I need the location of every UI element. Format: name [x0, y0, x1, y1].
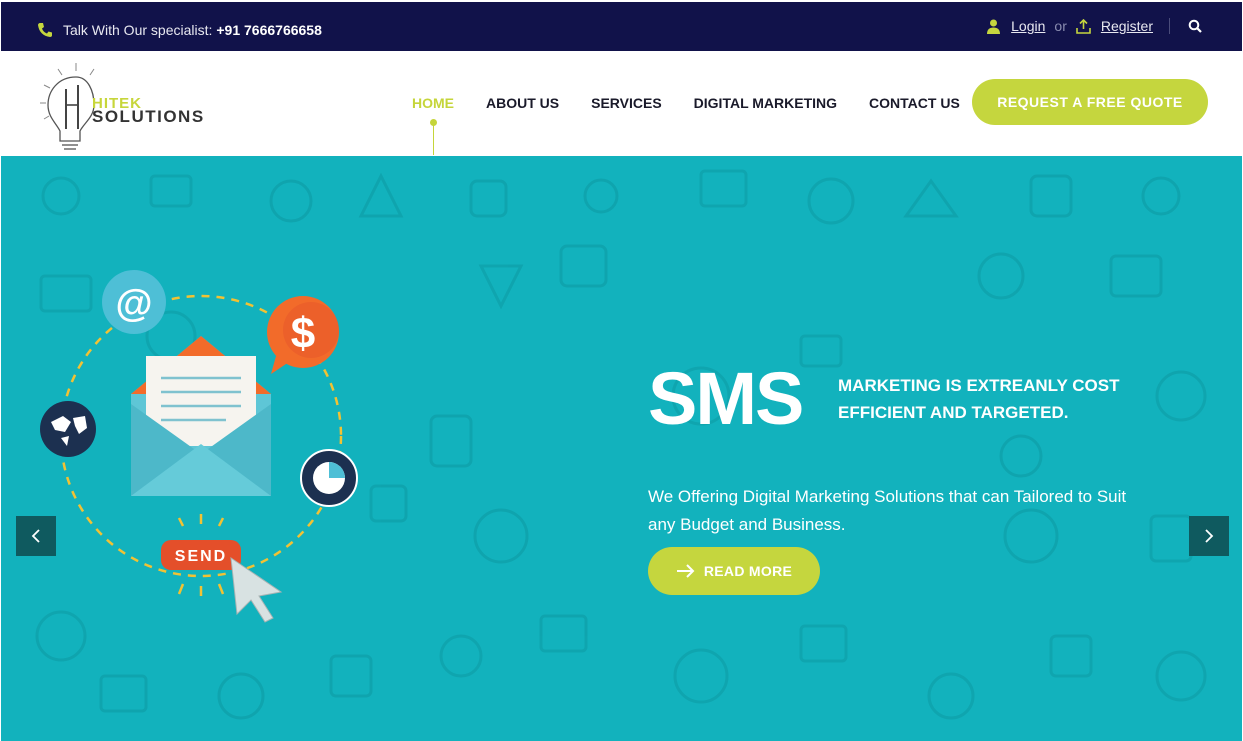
chevron-right-icon [1205, 529, 1214, 543]
logo-text-solutions: SOLUTIONS [92, 107, 205, 126]
login-link[interactable]: Login [1011, 18, 1045, 34]
send-label: SEND [175, 548, 227, 565]
dollar-symbol: $ [291, 309, 315, 358]
hero-tagline: MARKETING IS EXTREANLY COST EFFICIENT AN… [838, 376, 1120, 422]
main-nav: HOME ABOUT US SERVICES DIGITAL MARKETING… [412, 95, 992, 155]
read-more-button[interactable]: READ MORE [648, 547, 820, 595]
search-icon[interactable] [1188, 19, 1202, 33]
hero-description: We Offering Digital Marketing Solutions … [648, 487, 1127, 534]
main-header: HITEK SOLUTIONS HOME ABOUT US SERVICES D… [0, 51, 1243, 156]
at-symbol: @ [115, 283, 152, 325]
user-icon [987, 19, 1001, 34]
request-quote-button[interactable]: REQUEST A FREE QUOTE [972, 79, 1208, 125]
nav-contact-us[interactable]: CONTACT US [869, 95, 960, 111]
email-marketing-illustration: @ $ SEND [40, 270, 358, 623]
logo[interactable]: HITEK SOLUTIONS [38, 59, 218, 151]
slider-prev-button[interactable] [16, 516, 56, 556]
specialist-contact: Talk With Our specialist: +91 7666766658 [37, 22, 322, 38]
nav-services[interactable]: SERVICES [591, 95, 662, 111]
register-link[interactable]: Register [1101, 18, 1153, 34]
divider [1169, 18, 1170, 34]
top-bar: Talk With Our specialist: +91 7666766658… [1, 2, 1242, 51]
account-links: Login or Register [986, 18, 1202, 34]
phone-icon [38, 23, 52, 37]
nav-about-us[interactable]: ABOUT US [486, 95, 559, 111]
hero-title: SMS [648, 357, 804, 440]
arrow-right-icon [676, 564, 695, 578]
nav-digital-marketing[interactable]: DIGITAL MARKETING [694, 95, 837, 111]
phone-number[interactable]: +91 7666766658 [216, 22, 322, 38]
chevron-left-icon [31, 529, 40, 543]
or-text: or [1054, 18, 1067, 34]
upload-icon [1076, 18, 1091, 34]
slider-next-button[interactable] [1189, 516, 1229, 556]
nav-home[interactable]: HOME [412, 95, 454, 155]
specialist-label: Talk With Our specialist: [63, 22, 213, 38]
read-more-label: READ MORE [703, 563, 793, 579]
hero-slider: @ $ SEND SMS MARKETING IS EXTREANLY COST… [1, 156, 1242, 741]
